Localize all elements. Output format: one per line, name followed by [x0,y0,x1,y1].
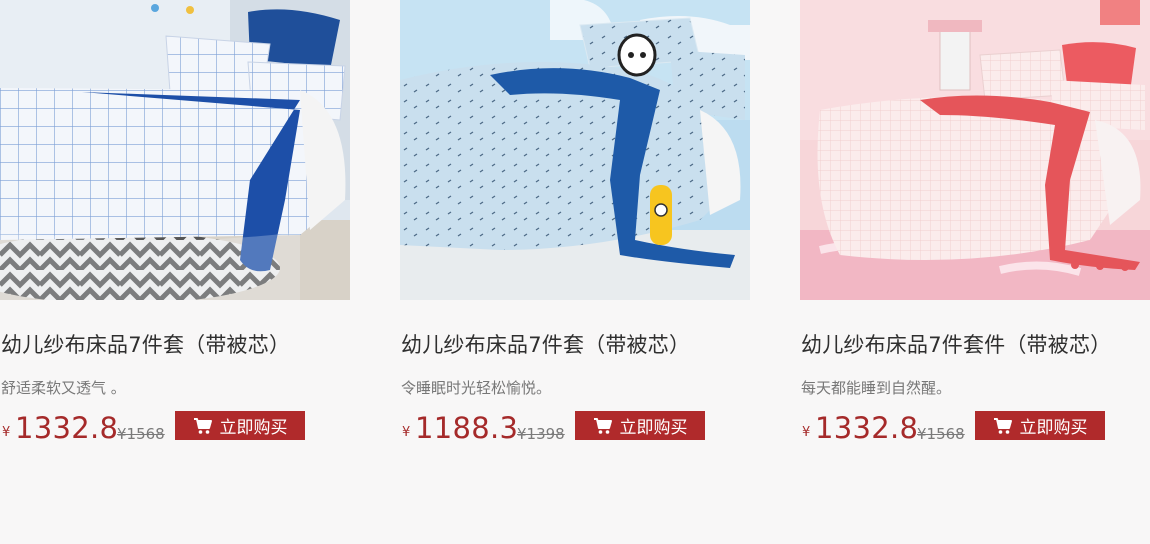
product-image[interactable] [0,0,350,300]
sale-price: 1188.3 [415,411,519,445]
product-grid: 幼儿纱布床品7件套（带被芯） 舒适柔软又透气 。 ¥ 1332.8 ¥1568 … [0,0,1150,544]
buy-now-button[interactable]: 立即购买 [575,411,705,440]
product-title[interactable]: 幼儿纱布床品7件套（带被芯） [1,329,290,359]
buy-now-label: 立即购买 [219,418,288,438]
sale-price: 1332.8 [815,411,919,445]
original-price: ¥1398 [517,425,565,443]
currency-symbol: ¥ [2,425,11,440]
original-price: ¥1568 [117,425,165,443]
price-row: ¥ 1332.8 ¥1568 立即购买 [0,410,350,446]
product-image[interactable] [800,0,1150,300]
shopping-cart-icon [593,417,612,434]
price-row: ¥ 1332.8 ¥1568 立即购买 [800,410,1150,446]
price-row: ¥ 1188.3 ¥1398 立即购买 [400,410,750,446]
buy-now-button[interactable]: 立即购买 [975,411,1105,440]
product-title[interactable]: 幼儿纱布床品7件套（带被芯） [401,329,690,359]
buy-now-button[interactable]: 立即购买 [175,411,305,440]
currency-symbol: ¥ [802,425,811,440]
original-price: ¥1568 [917,425,965,443]
product-image[interactable] [400,0,750,300]
product-card[interactable]: 幼儿纱布床品7件套（带被芯） 舒适柔软又透气 。 ¥ 1332.8 ¥1568 … [0,0,350,445]
buy-now-label: 立即购买 [1019,418,1088,438]
product-description: 舒适柔软又透气 。 [1,379,126,397]
sale-price: 1332.8 [15,411,119,445]
buy-now-label: 立即购买 [619,418,688,438]
product-description: 令睡眠时光轻松愉悦。 [401,379,552,397]
product-title[interactable]: 幼儿纱布床品7件套件（带被芯） [801,329,1111,359]
product-description: 每天都能睡到自然醒。 [801,379,952,397]
shopping-cart-icon [993,417,1012,434]
product-card[interactable]: 幼儿纱布床品7件套件（带被芯） 每天都能睡到自然醒。 ¥ 1332.8 ¥156… [800,0,1150,445]
product-card[interactable]: 幼儿纱布床品7件套（带被芯） 令睡眠时光轻松愉悦。 ¥ 1188.3 ¥1398… [400,0,750,445]
shopping-cart-icon [193,417,212,434]
currency-symbol: ¥ [402,425,411,440]
